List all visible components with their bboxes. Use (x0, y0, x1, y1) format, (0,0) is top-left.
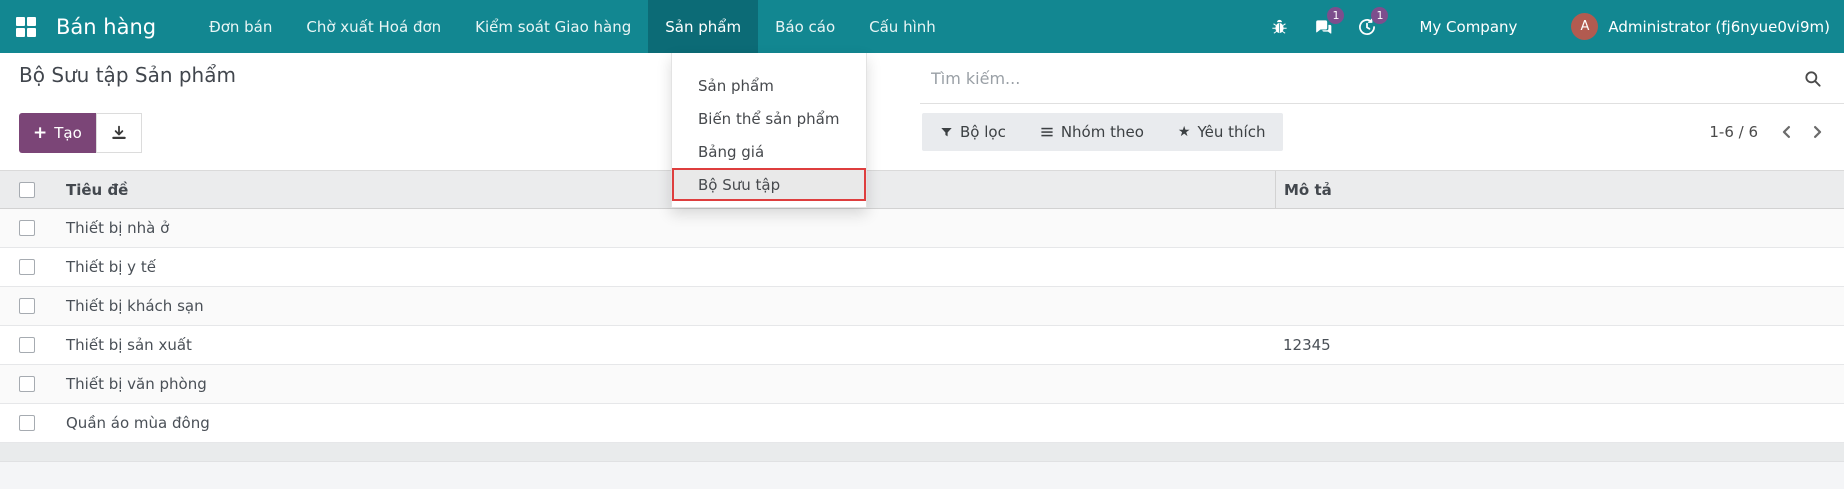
user-name: Administrator (fj6nyue0vi9m) (1608, 18, 1830, 36)
action-buttons: + Tạo (19, 113, 142, 153)
group-by-label: Nhóm theo (1061, 123, 1144, 141)
column-header-title[interactable]: Tiêu đề (47, 181, 1275, 199)
bug-icon (1270, 17, 1289, 36)
messages-badge: 1 (1327, 7, 1344, 24)
pager: 1-6 / 6 (1709, 113, 1832, 151)
row-title: Quần áo mùa đông (47, 414, 1275, 432)
menu-don-ban[interactable]: Đơn bán (192, 0, 289, 53)
activities-badge: 1 (1371, 7, 1388, 24)
top-navbar: Bán hàng Đơn bán Chờ xuất Hoá đơn Kiểm s… (0, 0, 1844, 53)
table-header: Tiêu đề Mô tả (0, 170, 1844, 209)
table-footer (0, 443, 1844, 462)
search-icon[interactable] (1803, 69, 1823, 89)
page-title: Bộ Sưu tập Sản phẩm (19, 63, 236, 87)
dropdown-item-bien-the-san-pham[interactable]: Biến thể sản phẩm (672, 102, 866, 135)
collection-list: Tiêu đề Mô tả Thiết bị nhà ở Thiết bị y … (0, 170, 1844, 462)
filter-funnel-icon (940, 126, 953, 139)
row-description: 12345 (1275, 336, 1844, 354)
chevron-right-icon (1808, 123, 1826, 141)
san-pham-dropdown: Sản phẩm Biến thể sản phẩm Bảng giá Bộ S… (671, 53, 867, 208)
row-title: Thiết bị sản xuất (47, 336, 1275, 354)
debug-button[interactable] (1257, 0, 1301, 53)
filters-button[interactable]: Bộ lọc (940, 123, 1006, 141)
filter-bar: Bộ lọc Nhóm theo ★ Yêu thích (922, 113, 1283, 151)
favorites-label: Yêu thích (1197, 123, 1265, 141)
row-checkbox[interactable] (19, 337, 35, 353)
activities-button[interactable]: 1 (1345, 0, 1389, 53)
user-menu[interactable]: A Administrator (fj6nyue0vi9m) (1541, 13, 1830, 40)
dropdown-item-bo-suu-tap[interactable]: Bộ Sưu tập (672, 168, 866, 201)
search-area (920, 53, 1844, 104)
row-title: Thiết bị nhà ở (47, 219, 1275, 237)
row-title: Thiết bị khách sạn (47, 297, 1275, 315)
menu-cho-xuat-hoa-don[interactable]: Chờ xuất Hoá đơn (289, 0, 458, 53)
avatar: A (1571, 13, 1598, 40)
dropdown-item-bang-gia[interactable]: Bảng giá (672, 135, 866, 168)
chevron-left-icon (1778, 123, 1796, 141)
main-menu: Đơn bán Chờ xuất Hoá đơn Kiểm soát Giao … (192, 0, 953, 53)
search-input[interactable] (920, 53, 1844, 103)
create-button-label: Tạo (54, 124, 82, 142)
app-title: Bán hàng (56, 0, 156, 53)
plus-icon: + (33, 125, 47, 142)
control-panel: Bộ Sưu tập Sản phẩm + Tạo (0, 53, 1844, 170)
table-row[interactable]: Thiết bị sản xuất 12345 (0, 326, 1844, 365)
row-checkbox[interactable] (19, 298, 35, 314)
dropdown-item-san-pham[interactable]: Sản phẩm (672, 69, 866, 102)
table-row[interactable]: Quần áo mùa đông (0, 404, 1844, 443)
row-title: Thiết bị y tế (47, 258, 1275, 276)
group-by-icon (1040, 125, 1054, 139)
messages-button[interactable]: 1 (1301, 0, 1345, 53)
group-by-button[interactable]: Nhóm theo (1040, 123, 1144, 141)
select-all-checkbox[interactable] (19, 182, 35, 198)
star-icon: ★ (1178, 125, 1191, 139)
company-switcher[interactable]: My Company (1389, 18, 1541, 36)
create-button[interactable]: + Tạo (19, 113, 96, 153)
menu-kiem-soat-giao-hang[interactable]: Kiểm soát Giao hàng (458, 0, 648, 53)
row-checkbox[interactable] (19, 376, 35, 392)
row-title: Thiết bị văn phòng (47, 375, 1275, 393)
menu-san-pham[interactable]: Sản phẩm (648, 0, 758, 53)
apps-grid-icon (16, 17, 36, 37)
row-checkbox[interactable] (19, 220, 35, 236)
menu-cau-hinh[interactable]: Cấu hình (852, 0, 953, 53)
column-header-description[interactable]: Mô tả (1275, 171, 1844, 208)
systray: 1 1 My Company A Administrator (fj6nyue0… (1257, 0, 1844, 53)
table-row[interactable]: Thiết bị văn phòng (0, 365, 1844, 404)
table-row[interactable]: Thiết bị y tế (0, 248, 1844, 287)
table-row[interactable]: Thiết bị nhà ở (0, 209, 1844, 248)
table-row[interactable]: Thiết bị khách sạn (0, 287, 1844, 326)
download-icon (110, 124, 128, 142)
apps-menu-button[interactable] (0, 0, 52, 53)
menu-bao-cao[interactable]: Báo cáo (758, 0, 852, 53)
row-checkbox[interactable] (19, 415, 35, 431)
favorites-button[interactable]: ★ Yêu thích (1178, 123, 1266, 141)
filters-label: Bộ lọc (960, 123, 1006, 141)
row-checkbox[interactable] (19, 259, 35, 275)
pager-range: 1-6 / 6 (1709, 123, 1758, 141)
export-button[interactable] (96, 113, 142, 153)
pager-previous-button[interactable] (1772, 117, 1802, 147)
pager-next-button[interactable] (1802, 117, 1832, 147)
